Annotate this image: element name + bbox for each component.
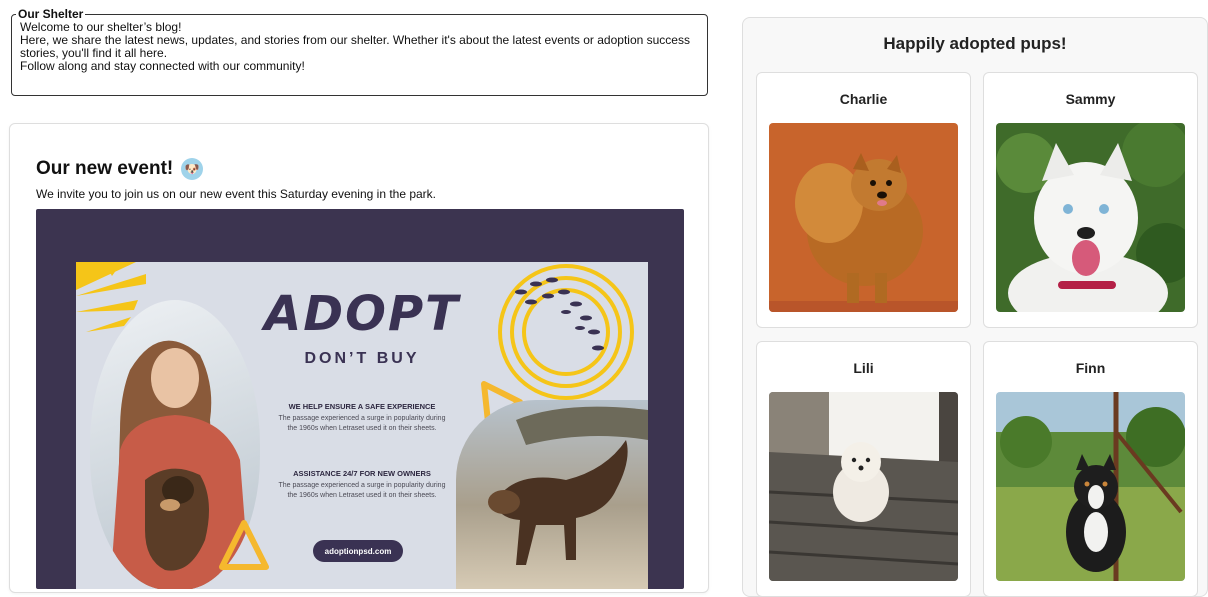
shelter-description-text: Here, we share the latest news, updates,… bbox=[20, 33, 690, 60]
adopt-poster: ADOPT DON’T BUY WE HELP ENSURE A SAFE EX… bbox=[76, 262, 648, 589]
pup-card-lili: Lili bbox=[756, 341, 971, 597]
pup-card-charlie: Charlie bbox=[756, 72, 971, 328]
triangle-decoration-bottom bbox=[219, 520, 269, 570]
shelter-intro-box: Our Shelter Welcome to our shelter’s blo… bbox=[11, 8, 708, 96]
poster-subheadline: DON’T BUY bbox=[304, 350, 420, 367]
event-poster-image: ADOPT DON’T BUY WE HELP ENSURE A SAFE EX… bbox=[36, 209, 684, 589]
event-title: Our new event! 🐶 bbox=[36, 158, 204, 180]
event-post-card: Our new event! 🐶 We invite you to join u… bbox=[9, 123, 709, 593]
australian-shepherd-photo bbox=[996, 392, 1185, 581]
poster-section2-title: ASSISTANCE 24/7 FOR NEW OWNERS bbox=[293, 469, 431, 478]
beach-dog-photo bbox=[456, 400, 648, 589]
pup-name: Lili bbox=[853, 360, 874, 376]
poster-headline: ADOPT bbox=[264, 286, 460, 342]
adopted-pups-panel: Happily adopted pups! Charlie Sammy Lili… bbox=[742, 17, 1208, 597]
poster-section1-text: The passage experienced a surge in popul… bbox=[278, 415, 446, 432]
pup-name: Charlie bbox=[839, 91, 888, 107]
pup-card-finn: Finn bbox=[983, 341, 1198, 597]
pup-name: Sammy bbox=[1065, 91, 1116, 107]
poster-section2-text: The passage experienced a surge in popul… bbox=[278, 482, 446, 499]
pomeranian-photo bbox=[769, 123, 958, 312]
pup-card-sammy: Sammy bbox=[983, 72, 1198, 328]
white-fluffy-dog-photo bbox=[769, 392, 958, 581]
poster-url-badge: adoptionpsd.com bbox=[313, 540, 403, 562]
dog-emoji-icon: 🐶 bbox=[181, 158, 204, 180]
event-title-text: Our new event! bbox=[36, 158, 174, 179]
poster-section1-title: WE HELP ENSURE A SAFE EXPERIENCE bbox=[288, 402, 436, 411]
husky-photo bbox=[996, 123, 1185, 312]
pup-name: Finn bbox=[1075, 360, 1106, 376]
shelter-follow-text: Follow along and stay connected with our… bbox=[20, 59, 305, 73]
event-description: We invite you to join us on our new even… bbox=[36, 187, 437, 201]
pups-title: Happily adopted pups! bbox=[883, 34, 1067, 53]
